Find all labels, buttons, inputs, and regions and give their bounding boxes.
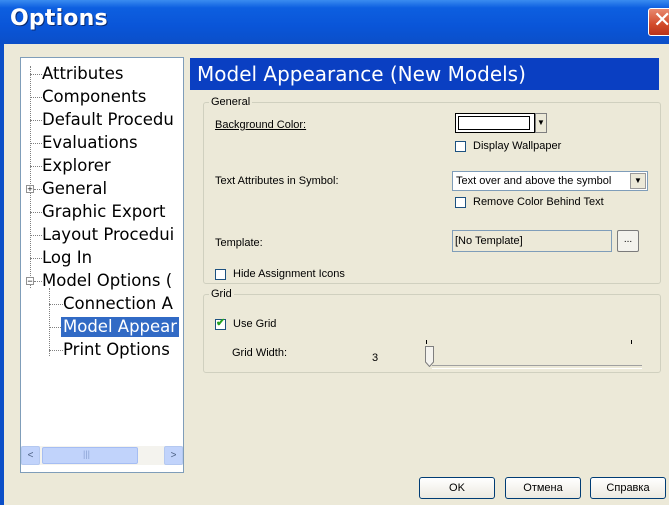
background-color-swatch[interactable] (455, 113, 535, 133)
tree-line (30, 235, 42, 236)
text-attributes-select[interactable]: Text over and above the symbol ▼ (452, 171, 648, 191)
expand-icon[interactable]: + (26, 185, 34, 194)
chevron-left-icon: < (27, 450, 34, 461)
template-browse-button[interactable]: ... (617, 230, 639, 252)
tree-item-explorer[interactable]: Explorer (42, 156, 111, 176)
tree-item-connection-attributes[interactable]: Connection A (63, 294, 173, 314)
tree-item-attributes[interactable]: Attributes (42, 64, 123, 84)
background-color-dropdown[interactable]: ▼ (535, 113, 547, 133)
slider-tick (631, 340, 632, 344)
tree-item-components[interactable]: Components (42, 87, 146, 107)
title-bar: Options ✕ (0, 0, 669, 44)
tree-item-general[interactable]: General (42, 179, 107, 199)
grip-icon: ||| (83, 449, 91, 459)
options-tree[interactable]: + − Attributes Components Default Proced… (20, 57, 184, 473)
page-title: Model Appearance (New Models) (197, 62, 526, 86)
tree-item-evaluations[interactable]: Evaluations (42, 133, 138, 153)
grid-width-label: Grid Width: (232, 347, 288, 359)
tree-item-default-procedures[interactable]: Default Procedu (42, 110, 174, 130)
tree-item-model-appearance[interactable]: Model Appear (61, 317, 180, 337)
background-color-label: Background Color: (215, 119, 306, 131)
general-legend: General (211, 96, 251, 108)
template-value: [No Template] (455, 235, 523, 247)
tree-line (30, 143, 42, 144)
tree-line (30, 66, 31, 288)
use-grid-checkbox[interactable]: ✔ (215, 317, 226, 330)
tree-item-log-in[interactable]: Log In (42, 248, 92, 268)
hide-assignment-checkbox[interactable] (215, 269, 226, 280)
scroll-right-button[interactable]: > (164, 446, 183, 465)
chevron-right-icon: > (170, 450, 177, 461)
hide-assignment-label: Hide Assignment Icons (233, 268, 345, 280)
color-swatch-inner (458, 116, 530, 130)
checkmark-icon: ✔ (216, 317, 226, 329)
tree-item-model-options[interactable]: Model Options ( (42, 271, 172, 291)
collapse-icon[interactable]: − (26, 277, 34, 286)
tree-line (30, 212, 42, 213)
grid-legend: Grid (211, 288, 232, 300)
window-title: Options (10, 6, 108, 31)
remove-color-checkbox[interactable] (455, 197, 466, 208)
tree-line (30, 258, 42, 259)
display-wallpaper-label: Display Wallpaper (473, 140, 562, 152)
tree-line (30, 74, 42, 75)
tree-line (49, 304, 63, 305)
text-attributes-value: Text over and above the symbol (456, 175, 612, 187)
remove-color-label: Remove Color Behind Text (473, 196, 604, 208)
template-field: [No Template] (452, 230, 612, 252)
help-button[interactable]: Справка (590, 477, 666, 499)
tree-line (30, 166, 42, 167)
tree-line (49, 288, 50, 356)
template-label: Template: (215, 237, 263, 249)
slider-tick (426, 340, 427, 344)
tree-line (34, 281, 42, 282)
triangle-down-icon: ▼ (537, 118, 545, 127)
grid-width-slider-track[interactable] (432, 365, 642, 369)
tree-line (49, 350, 63, 351)
close-button[interactable]: ✕ (648, 8, 669, 36)
scroll-thumb[interactable]: ||| (42, 447, 138, 464)
tree-item-layout-procedures[interactable]: Layout Procedui (42, 225, 174, 245)
scroll-left-button[interactable]: < (21, 446, 40, 465)
ok-button[interactable]: OK (419, 477, 495, 499)
page-title-bar: Model Appearance (New Models) (190, 58, 659, 90)
tree-item-print-options[interactable]: Print Options (63, 340, 170, 360)
chevron-down-icon[interactable]: ▼ (630, 173, 646, 189)
close-icon: ✕ (653, 8, 669, 33)
cancel-button[interactable]: Отмена (505, 477, 581, 499)
display-wallpaper-checkbox[interactable] (455, 141, 466, 152)
grid-width-slider-thumb[interactable] (425, 346, 434, 367)
tree-item-graphic-export[interactable]: Graphic Export (42, 202, 166, 222)
tree-horizontal-scrollbar[interactable]: < ||| > (21, 446, 183, 465)
grid-width-value: 3 (372, 352, 379, 364)
background-color-label-text: Background Color: (215, 119, 307, 131)
tree-line (30, 97, 42, 98)
tree-line (34, 189, 42, 190)
window-frame (0, 44, 4, 505)
text-attributes-label: Text Attributes in Symbol: (215, 175, 339, 187)
tree-line (30, 120, 42, 121)
use-grid-label: Use Grid (233, 318, 277, 330)
